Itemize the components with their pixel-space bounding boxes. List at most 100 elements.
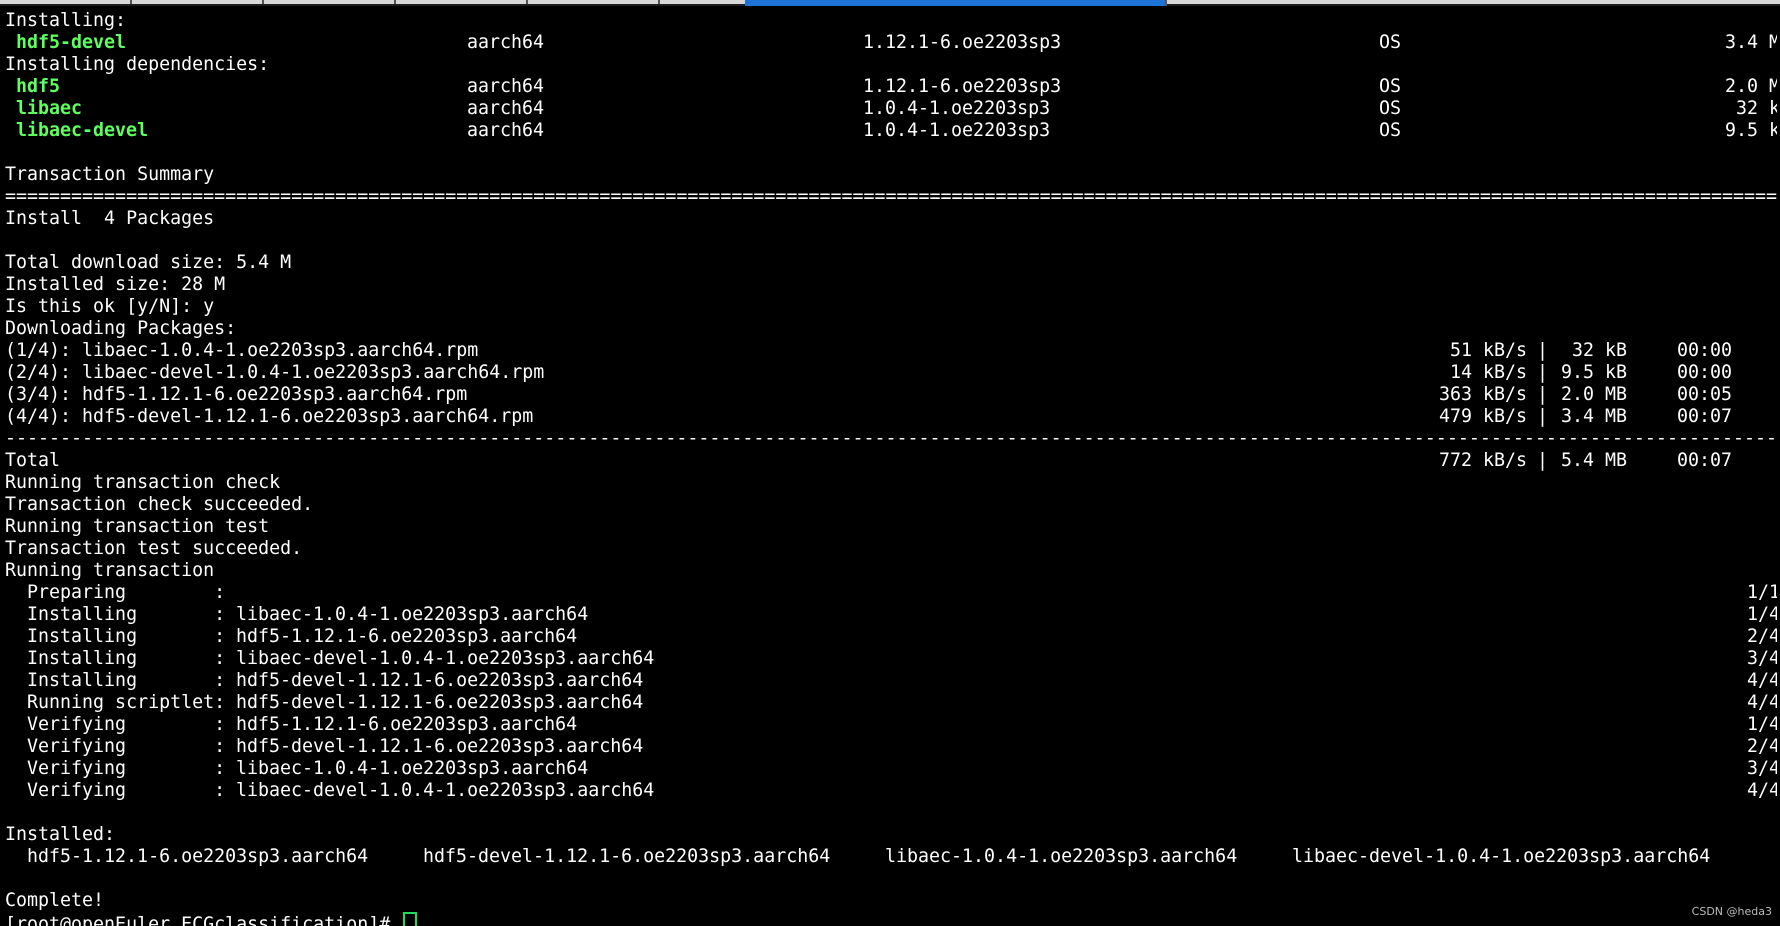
package-arch: aarch64 (467, 32, 545, 53)
step-action: Running scriptlet: (5, 692, 226, 713)
step-action: Installing : (5, 626, 226, 647)
step-row: Verifying : libaec-devel-1.0.4-1.oe2203s… (5, 780, 1777, 802)
step-progress: 1/4 (1746, 714, 1777, 735)
step-target: hdf5-devel-1.12.1-6.oe2203sp3.aarch64 (236, 670, 644, 691)
download-row: (2/4): libaec-devel-1.0.4-1.oe2203sp3.aa… (5, 362, 1733, 383)
tab-2[interactable] (132, 0, 264, 4)
terminal-line: Installed: (5, 824, 116, 845)
terminal-output[interactable]: Installing: hdf5-devel aarch64 1.12.1-6.… (5, 10, 1777, 926)
installed-item: libaec-devel-1.0.4-1.oe2203sp3.aarch64 (1292, 846, 1711, 867)
tab-4[interactable] (396, 0, 528, 4)
download-row: (1/4): libaec-1.0.4-1.oe2203sp3.aarch64.… (5, 340, 1733, 361)
download-row: (3/4): hdf5-1.12.1-6.oe2203sp3.aarch64.r… (5, 384, 1733, 405)
package-version: 1.12.1-6.oe2203sp3 (863, 32, 1062, 53)
package-row: hdf5-devel aarch64 1.12.1-6.oe2203sp3 OS… (5, 32, 1777, 54)
download-file: (1/4): libaec-1.0.4-1.oe2203sp3.aarch64.… (5, 340, 479, 361)
package-name: hdf5-devel (16, 32, 127, 53)
installed-item: libaec-1.0.4-1.oe2203sp3.aarch64 (885, 846, 1238, 867)
total-row: Total 772 kB/s | 5.4 MB 00:07 (5, 450, 1733, 471)
total-speed: 772 kB/s (1438, 450, 1527, 471)
step-action: Verifying : (5, 714, 226, 735)
terminal-line: Downloading Packages: (5, 318, 237, 339)
package-arch: aarch64 (467, 98, 545, 119)
step-progress: 3/4 (1746, 648, 1777, 669)
download-size: 32 kB (1571, 340, 1627, 361)
step-action: Installing : (5, 648, 226, 669)
tab-bar (0, 0, 1780, 6)
package-row: libaec aarch64 1.0.4-1.oe2203sp3 OS 32 k (5, 98, 1777, 120)
download-row: (4/4): hdf5-devel-1.12.1-6.oe2203sp3.aar… (5, 406, 1733, 427)
terminal-line: Complete! (5, 890, 105, 911)
installed-item: hdf5-devel-1.12.1-6.oe2203sp3.aarch64 (423, 846, 831, 867)
package-version: 1.0.4-1.oe2203sp3 (863, 98, 1051, 119)
package-name: libaec-devel (16, 120, 149, 141)
step-action: Verifying : (5, 736, 226, 757)
installed-row: hdf5-1.12.1-6.oe2203sp3.aarch64 hdf5-dev… (5, 846, 1777, 868)
step-row: Installing : libaec-devel-1.0.4-1.oe2203… (5, 648, 1777, 670)
step-progress: 1/4 (1746, 604, 1777, 625)
step-progress: 4/4 (1746, 780, 1777, 801)
package-repo: OS (1379, 32, 1402, 53)
step-progress: 1/1 (1746, 582, 1777, 603)
package-name: hdf5 (16, 76, 61, 97)
step-target: hdf5-1.12.1-6.oe2203sp3.aarch64 (236, 626, 578, 647)
step-target: libaec-1.0.4-1.oe2203sp3.aarch64 (236, 758, 589, 779)
download-time: 00:07 (1677, 406, 1733, 427)
step-action: Verifying : (5, 780, 226, 801)
step-progress: 4/4 (1746, 670, 1777, 691)
step-progress: 2/4 (1746, 736, 1777, 757)
dash-separator: ----------------------------------------… (5, 428, 1777, 449)
step-row: Installing : libaec-1.0.4-1.oe2203sp3.aa… (5, 604, 1777, 626)
step-target: libaec-devel-1.0.4-1.oe2203sp3.aarch64 (236, 648, 655, 669)
terminal-line: Install 4 Packages (5, 208, 215, 229)
tab-5[interactable] (528, 0, 660, 4)
download-time: 00:05 (1677, 384, 1733, 405)
package-arch: aarch64 (467, 120, 545, 141)
prompt-text: [root@openEuler ECGclassification]# (5, 912, 418, 926)
step-action: Verifying : (5, 758, 226, 779)
download-speed: 51 kB/s (1449, 340, 1527, 361)
package-arch: aarch64 (467, 76, 545, 97)
status-line: Running transaction test (5, 516, 270, 537)
step-row: Preparing : 1/1 (5, 582, 1777, 604)
download-size: 9.5 kB (1560, 362, 1627, 383)
package-version: 1.0.4-1.oe2203sp3 (863, 120, 1051, 141)
download-time: 00:00 (1677, 340, 1733, 361)
step-row: Installing : hdf5-1.12.1-6.oe2203sp3.aar… (5, 626, 1777, 648)
terminal-line: Installed size: 28 M (5, 274, 226, 295)
download-size: 3.4 MB (1560, 406, 1627, 427)
terminal-line: Installing: (5, 10, 127, 31)
shell-prompt[interactable]: [root@openEuler ECGclassification]# (5, 912, 1777, 926)
status-line: Transaction check succeeded. (5, 494, 314, 515)
status-line: Running transaction check (5, 472, 281, 493)
step-action: Installing : (5, 670, 226, 691)
tab-1[interactable] (0, 0, 132, 4)
package-repo: OS (1379, 120, 1402, 141)
step-target: hdf5-1.12.1-6.oe2203sp3.aarch64 (236, 714, 578, 735)
status-line: Running transaction (5, 560, 215, 581)
download-speed: 14 kB/s (1449, 362, 1527, 383)
step-target: hdf5-devel-1.12.1-6.oe2203sp3.aarch64 (236, 736, 644, 757)
step-progress: 4/4 (1746, 692, 1777, 713)
step-target: libaec-devel-1.0.4-1.oe2203sp3.aarch64 (236, 780, 655, 801)
package-repo: OS (1379, 76, 1402, 97)
download-speed: 363 kB/s (1438, 384, 1527, 405)
package-name: libaec (16, 98, 83, 119)
step-progress: 2/4 (1746, 626, 1777, 647)
step-action: Installing : (5, 604, 226, 625)
step-action: Preparing : (5, 582, 226, 603)
download-speed: 479 kB/s (1438, 406, 1527, 427)
tab-3[interactable] (264, 0, 396, 4)
package-row: libaec-devel aarch64 1.0.4-1.oe2203sp3 O… (5, 120, 1777, 142)
package-size: 3.4 M (1724, 32, 1777, 53)
step-row: Verifying : libaec-1.0.4-1.oe2203sp3.aar… (5, 758, 1777, 780)
step-row: Installing : hdf5-devel-1.12.1-6.oe2203s… (5, 670, 1777, 692)
download-time: 00:00 (1677, 362, 1733, 383)
total-size: 5.4 MB (1560, 450, 1627, 471)
tab-active[interactable] (745, 0, 1167, 6)
download-file: (4/4): hdf5-devel-1.12.1-6.oe2203sp3.aar… (5, 406, 534, 427)
tab-8[interactable] (1167, 0, 1780, 4)
terminal-line: Is this ok [y/N]: y (5, 296, 215, 317)
step-progress: 3/4 (1746, 758, 1777, 779)
download-file: (2/4): libaec-devel-1.0.4-1.oe2203sp3.aa… (5, 362, 545, 383)
